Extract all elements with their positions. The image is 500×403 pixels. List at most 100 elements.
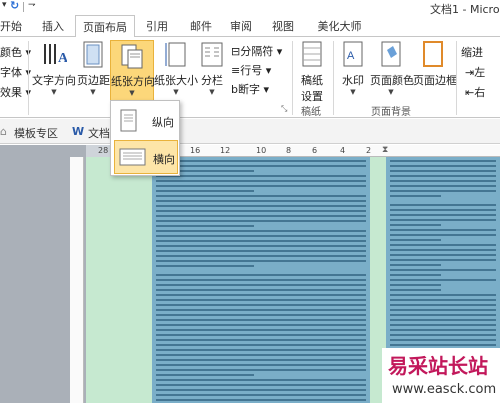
text-line [156, 354, 366, 356]
text-line [156, 190, 255, 192]
page-color-button[interactable]: 页面颜色 ▼ [370, 40, 414, 100]
text-line [390, 319, 496, 321]
redo-icon[interactable]: ↻ [10, 0, 19, 12]
text-line [156, 230, 366, 232]
page-background-group-label: 页面背景 [371, 107, 411, 118]
quick-access-dropdown-icon[interactable]: ▾ [2, 0, 7, 10]
word-doc-icon: W [72, 125, 85, 138]
text-direction-button[interactable]: A 文字方向 ▼ [31, 40, 77, 100]
page-setup-launcher-icon[interactable]: ⤡ [281, 104, 287, 114]
ruler-tick-label: 2 [366, 146, 372, 155]
theme-colors-button[interactable]: 颜色 ▾ [0, 44, 31, 60]
tab-insert[interactable]: 插入 [38, 18, 68, 34]
line-numbers-button[interactable]: ≡行号 ▾ [231, 62, 271, 78]
breaks-icon: ⊟ [231, 45, 241, 58]
columns-icon [201, 42, 223, 67]
text-line [390, 289, 442, 291]
chevron-down-icon: ▼ [90, 88, 96, 96]
text-line [390, 180, 496, 182]
indent-right-field[interactable]: ⇤右 [465, 84, 485, 100]
draft-paper-settings-button[interactable]: 稿纸 设置 [296, 40, 328, 103]
group-separator [456, 41, 457, 115]
text-line [156, 364, 366, 366]
title-bar: ▾ ↻ ⇁ 文档1 - Micro [0, 0, 500, 16]
text-line [390, 219, 496, 221]
text-line [390, 339, 496, 341]
template-zone-tab[interactable]: 模板专区 [14, 125, 58, 141]
size-button[interactable]: 纸张大小 ▼ [154, 40, 198, 100]
text-line [156, 279, 366, 281]
text-line [390, 160, 496, 162]
hyphenation-button[interactable]: b断字 ▾ [231, 81, 269, 97]
text-line [390, 269, 496, 271]
text-line [156, 235, 366, 237]
text-line [156, 165, 366, 167]
theme-fonts-button[interactable]: 字体 ▾ [0, 64, 31, 80]
text-line [390, 299, 496, 301]
customize-quick-access-icon[interactable]: ⇁ [28, 0, 36, 10]
text-line [390, 284, 442, 286]
page-color-icon [381, 41, 401, 67]
portrait-page-icon [120, 109, 137, 132]
vertical-ruler[interactable] [70, 157, 84, 403]
text-line [156, 299, 366, 301]
ruler-tick-label: 10 [256, 146, 267, 155]
tab-mailings[interactable]: 邮件 [186, 18, 216, 34]
indent-marker-icon[interactable]: ⧗ [382, 145, 388, 155]
orientation-button[interactable]: 纸张方向 ▼ [110, 40, 155, 102]
document-tab[interactable]: 文档 [88, 125, 110, 141]
text-line [390, 204, 496, 206]
watermark-button[interactable]: A 水印 ▼ [337, 40, 369, 100]
text-line [156, 384, 366, 386]
text-line [156, 215, 366, 217]
text-line [156, 240, 366, 242]
text-line [156, 220, 366, 222]
text-line [156, 185, 366, 187]
margins-button[interactable]: 页边距 ▼ [77, 40, 110, 100]
document-tabs-bar: ⌂ 模板专区 W 文档 [0, 119, 500, 144]
quick-access-separator [23, 2, 24, 12]
tab-review[interactable]: 审阅 [226, 18, 256, 34]
text-line [390, 264, 442, 266]
ruler-tick-label: 16 [190, 146, 201, 155]
theme-effects-button[interactable]: 效果 ▾ [0, 84, 31, 100]
text-line [156, 344, 366, 346]
text-line [156, 379, 366, 381]
template-zone-icon[interactable]: ⌂ [0, 125, 7, 138]
indent-left-field[interactable]: ⇥左 [465, 64, 485, 80]
ruler-tick-label: 12 [220, 146, 231, 155]
text-line [390, 229, 496, 231]
breaks-button[interactable]: ⊟分隔符 ▾ [231, 43, 282, 59]
text-line [390, 304, 496, 306]
text-column-left [152, 157, 370, 403]
orientation-dropdown-menu: 纵向 横向 [110, 100, 180, 176]
columns-button[interactable]: 分栏 ▼ [198, 40, 226, 100]
text-line [156, 265, 255, 267]
tab-references[interactable]: 引用 [142, 18, 172, 34]
text-line [156, 255, 366, 257]
text-line [390, 244, 496, 246]
text-line [390, 309, 496, 311]
text-line [156, 289, 366, 291]
line-numbers-icon: ≡ [231, 64, 241, 77]
tab-page-layout[interactable]: 页面布局 [75, 15, 135, 37]
text-line [156, 339, 366, 341]
menu-item-portrait[interactable]: 纵向 [114, 104, 178, 138]
text-line [390, 344, 496, 346]
text-line [156, 260, 366, 262]
page-borders-button[interactable]: 页面边框 [413, 40, 457, 100]
text-line [156, 314, 366, 316]
menu-item-landscape[interactable]: 横向 [114, 140, 178, 174]
tab-home[interactable]: 开始 [0, 18, 22, 34]
text-line [156, 200, 366, 202]
ruler-tick-label: 4 [340, 146, 346, 155]
text-line [390, 170, 496, 172]
ruler-tick-label: 8 [286, 146, 292, 155]
group-separator [28, 41, 29, 115]
text-line [390, 274, 442, 276]
tab-view[interactable]: 视图 [268, 18, 298, 34]
indent-label: 缩进 [461, 46, 483, 59]
ruler-tick-label: 6 [312, 146, 318, 155]
tab-beautify-master[interactable]: 美化大师 [312, 18, 367, 34]
